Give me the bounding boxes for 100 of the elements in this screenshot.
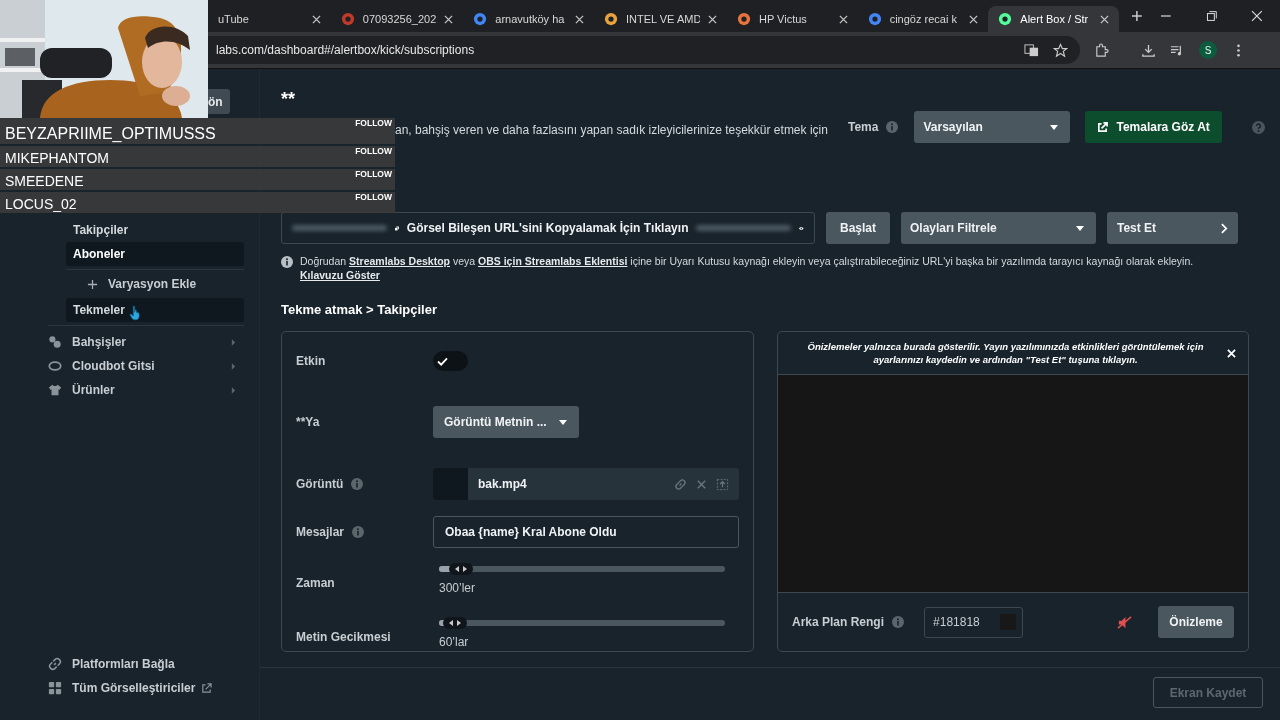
sidebar-icon bbox=[48, 359, 62, 373]
follower-row: SMEEDENE FOLLOW bbox=[0, 169, 395, 190]
sidebar-icon bbox=[48, 335, 62, 349]
hand-cursor-icon bbox=[128, 305, 141, 321]
slider-thumb[interactable] bbox=[449, 562, 473, 575]
info-icon bbox=[351, 478, 364, 490]
theme-label: Tema bbox=[848, 120, 879, 134]
widget-url-field[interactable]: Görsel Bileşen URL'sini Kopyalamak İçin Tıklayın bbox=[281, 212, 815, 244]
chevron-icon bbox=[231, 338, 236, 346]
close-icon[interactable] bbox=[969, 14, 979, 24]
check-icon bbox=[437, 356, 448, 366]
link[interactable]: Streamlabs Desktop bbox=[349, 255, 450, 267]
setting-label: Görüntü bbox=[296, 477, 344, 491]
browser-tab[interactable]: cingöz recai k bbox=[857, 6, 989, 32]
caret-icon bbox=[559, 419, 567, 425]
setting-label: Etkin bbox=[296, 354, 326, 368]
slider-track[interactable] bbox=[439, 565, 725, 572]
caret-icon bbox=[1050, 124, 1059, 130]
close-icon[interactable] bbox=[444, 14, 454, 24]
close-icon[interactable] bbox=[707, 14, 717, 24]
setting-label: Arka Plan Rengi bbox=[792, 615, 885, 629]
sidebar-icon bbox=[48, 681, 62, 695]
external-link-icon bbox=[201, 682, 213, 694]
info-icon bbox=[886, 121, 899, 133]
browser-tab[interactable]: Alert Box / Str bbox=[988, 6, 1119, 32]
preview-button[interactable]: Önizleme bbox=[1158, 606, 1234, 638]
muted-speaker-icon[interactable] bbox=[1117, 614, 1132, 630]
color-field[interactable]: #181818 bbox=[924, 606, 1024, 638]
link-icon[interactable] bbox=[674, 477, 687, 491]
new-tab-icon[interactable] bbox=[1131, 10, 1143, 22]
favicon-icon bbox=[998, 12, 1013, 26]
browser-tab[interactable]: 07093256_202 bbox=[330, 6, 464, 32]
sidebar-item[interactable]: Takipçiler bbox=[66, 218, 244, 242]
link[interactable]: OBS için Streamlabs Eklentisi bbox=[478, 255, 628, 267]
upload-icon[interactable] bbox=[716, 477, 729, 491]
page-heading: ** bbox=[281, 89, 296, 109]
sidebar-item[interactable]: Tekmeler bbox=[66, 298, 244, 322]
event-filter-dropdown[interactable]: Olayları Filtrele bbox=[901, 212, 1096, 244]
chevron-icon bbox=[1221, 222, 1228, 234]
close-icon[interactable] bbox=[1100, 14, 1109, 24]
translate-icon[interactable] bbox=[1024, 42, 1039, 58]
link[interactable]: Kılavuzu Göster bbox=[300, 269, 380, 281]
browser-tab[interactable]: HP Victus bbox=[726, 6, 858, 32]
close-icon[interactable] bbox=[311, 14, 321, 24]
plus-icon bbox=[87, 278, 98, 290]
slider-value: 60’lar bbox=[439, 634, 470, 649]
caret-icon bbox=[1076, 225, 1084, 231]
sidebar-item[interactable]: Bahşişler bbox=[48, 330, 244, 354]
browser-tab[interactable]: INTEL VE AMD bbox=[593, 6, 727, 32]
info-icon bbox=[352, 526, 365, 538]
sidebar-icon bbox=[48, 657, 62, 671]
sidebar-item[interactable]: Cloudbot Gitsi bbox=[48, 354, 244, 378]
file-field[interactable]: bak.mp4 bbox=[433, 468, 739, 500]
download-icon[interactable] bbox=[1141, 42, 1156, 58]
preview-notice: Önizlemeler yalnızca burada gösterilir. Yayın yazılımınızda etkinlikleri görüntülemek için ayarlarınızı kaydedin ve ardından "Test Et" tuşuna tıklayın. bbox=[806, 340, 1205, 366]
favicon-icon bbox=[736, 12, 751, 26]
slider-thumb[interactable] bbox=[443, 616, 468, 629]
browser-tab[interactable]: arnavutköy ha bbox=[463, 6, 594, 32]
slider-track[interactable] bbox=[439, 619, 725, 626]
profile-avatar[interactable]: S bbox=[1199, 41, 1217, 59]
follower-row: BEYZAPRIIME_OPTIMUSSS FOLLOW bbox=[0, 118, 395, 144]
theme-dropdown[interactable]: Varsayılan bbox=[914, 111, 1071, 143]
info-text: Doğrudan Streamlabs Desktop veya OBS için Streamlabs Eklentisi içine bir Uyarı Kutusu kaynağı ekleyin veya çalıştırabileceğiniz URL'yi başka bir yazılımda tarayıcı kaynağı olarak ekleyin. Kılavuzu Göster bbox=[300, 254, 1195, 282]
sidebar-item[interactable]: Aboneler bbox=[66, 242, 244, 266]
info-icon bbox=[281, 256, 293, 268]
setting-label: **Ya bbox=[296, 415, 320, 429]
section-heading: Tekme atmak > Takipçiler bbox=[281, 302, 438, 317]
follower-row: LOCUS_02 FOLLOW bbox=[0, 192, 395, 213]
description-text: an, bahşiş veren ve daha fazlasını yapan sadık izleyicilerinize teşekkür etmek için bbox=[395, 123, 829, 137]
close-icon[interactable] bbox=[838, 14, 848, 24]
chevron-icon bbox=[231, 362, 236, 370]
sidebar-link[interactable]: Tüm Görselleştiriciler bbox=[48, 676, 259, 700]
puzzle-icon[interactable] bbox=[1094, 42, 1109, 58]
browser-tab[interactable]: uTube bbox=[208, 6, 331, 32]
slider-value: 300’ler bbox=[439, 580, 477, 595]
setting-label: Zaman bbox=[296, 576, 335, 590]
follower-row: MIKEPHANTOM FOLLOW bbox=[0, 146, 395, 167]
favicon-icon bbox=[340, 12, 355, 26]
setting-label: Metin Gecikmesi bbox=[296, 630, 391, 644]
toggle-switch[interactable] bbox=[433, 351, 468, 371]
browse-themes-button[interactable]: Temalara Göz At bbox=[1085, 111, 1222, 143]
sidebar-button[interactable]: ön bbox=[208, 89, 230, 114]
start-button[interactable]: Başlat bbox=[826, 212, 890, 244]
external-link-icon bbox=[1097, 121, 1109, 133]
message-field[interactable]: Obaa {name} Kral Abone Oldu bbox=[433, 516, 739, 548]
star-icon[interactable] bbox=[1053, 42, 1068, 58]
restore-icon[interactable] bbox=[1205, 10, 1218, 22]
sidebar-item[interactable]: Ürünler bbox=[48, 378, 244, 402]
favicon-icon bbox=[473, 12, 488, 26]
sidebar-link[interactable]: Platformları Bağla bbox=[48, 652, 259, 676]
chevron-icon bbox=[231, 386, 236, 394]
type-dropdown[interactable]: Görüntü Metnin ... bbox=[433, 406, 579, 438]
test-button[interactable]: Test Et bbox=[1107, 212, 1238, 244]
sidebar-icon bbox=[48, 383, 62, 397]
favicon-icon bbox=[603, 12, 618, 26]
address-bar[interactable]: labs.com/dashboard#/alertbox/kick/subscriptions bbox=[208, 36, 1080, 64]
close-icon[interactable] bbox=[574, 14, 584, 24]
favicon-icon bbox=[867, 12, 882, 26]
info-icon bbox=[892, 616, 905, 628]
close-icon[interactable] bbox=[1251, 10, 1263, 22]
